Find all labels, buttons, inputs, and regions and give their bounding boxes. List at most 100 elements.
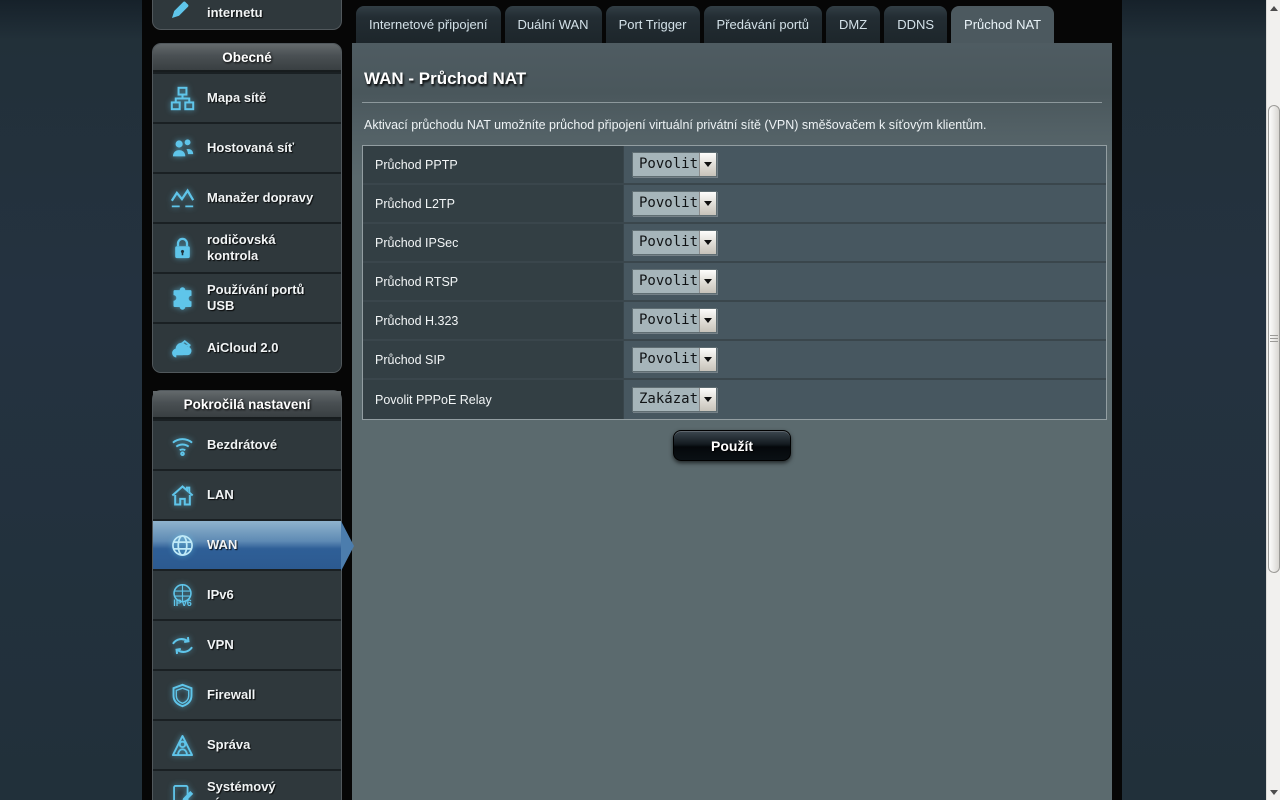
setting-label: Průchod RTSP xyxy=(363,263,623,300)
title-divider xyxy=(362,102,1102,103)
sidebar-section-title: Obecné xyxy=(153,44,341,72)
sidebar-item-label: Používání portů USB xyxy=(207,282,325,313)
sidebar-item-network-map[interactable]: Mapa sítě xyxy=(153,72,341,122)
sidebar-item-label: Manažer dopravy xyxy=(207,190,313,206)
sidebar-item-vpn[interactable]: VPN xyxy=(153,619,341,669)
lan-icon xyxy=(167,482,197,509)
sidebar-section-general: Obecné Mapa sítě Hostovaná síť xyxy=(152,43,342,373)
firewall-shield-icon xyxy=(167,682,197,709)
wireless-icon xyxy=(167,432,197,459)
setting-row-pppoe-relay: Povolit PPPoE Relay Zakázat xyxy=(363,380,1106,419)
sip-passthrough-select[interactable]: Povolit xyxy=(632,347,717,372)
scrollbar-grip-icon xyxy=(1270,335,1278,343)
ipsec-passthrough-select[interactable]: Povolit xyxy=(632,230,717,255)
sidebar-item-label: Bezdrátové xyxy=(207,437,277,453)
pptp-passthrough-select[interactable]: Povolit xyxy=(632,152,717,177)
setting-label: Průchod H.323 xyxy=(363,302,623,339)
sidebar-item-label: Hostovaná síť xyxy=(207,140,294,156)
triangle-up-icon xyxy=(1270,6,1278,11)
setting-label: Průchod IPSec xyxy=(363,224,623,261)
nat-passthrough-table: Průchod PPTP Povolit Průchod L2TP Povoli… xyxy=(362,145,1107,420)
select-value: Zakázat xyxy=(633,388,699,411)
sidebar-item-label: VPN xyxy=(207,637,234,653)
aicloud-icon xyxy=(167,335,197,362)
ipv6-globe-icon: IPv6 xyxy=(167,582,197,609)
pencil-icon xyxy=(167,0,197,26)
tab-port-trigger[interactable]: Port Trigger xyxy=(606,6,700,43)
scroll-down-button[interactable] xyxy=(1267,784,1280,800)
triangle-down-icon xyxy=(1270,790,1278,795)
select-value: Povolit xyxy=(633,270,699,293)
vpn-arrows-icon xyxy=(167,632,197,659)
chevron-down-icon[interactable] xyxy=(699,192,716,215)
select-value: Povolit xyxy=(633,192,699,215)
chevron-down-icon[interactable] xyxy=(699,388,716,411)
select-value: Povolit xyxy=(633,348,699,371)
pppoe-relay-select[interactable]: Zakázat xyxy=(632,387,717,412)
chevron-down-icon[interactable] xyxy=(699,309,716,332)
setting-value-cell: Povolit xyxy=(623,341,1106,378)
h323-passthrough-select[interactable]: Povolit xyxy=(632,308,717,333)
sidebar-item-label: AiCloud 2.0 xyxy=(207,340,279,356)
apply-button[interactable]: Použít xyxy=(673,430,791,461)
sidebar-item-aicloud[interactable]: AiCloud 2.0 xyxy=(153,322,341,372)
select-value: Povolit xyxy=(633,309,699,332)
tab-ddns[interactable]: DDNS xyxy=(884,6,947,43)
scrollbar[interactable] xyxy=(1266,0,1280,800)
rtsp-passthrough-select[interactable]: Povolit xyxy=(632,269,717,294)
chevron-down-icon[interactable] xyxy=(699,348,716,371)
sidebar-item-label: Správa xyxy=(207,737,250,753)
network-map-icon xyxy=(167,85,197,112)
sidebar-item-administration[interactable]: Správa xyxy=(153,719,341,769)
setting-row-sip: Průchod SIP Povolit xyxy=(363,341,1106,380)
select-value: Povolit xyxy=(633,153,699,176)
sidebar-item-quick-internet-setup[interactable]: internetu xyxy=(152,0,342,30)
sidebar-item-firewall[interactable]: Firewall xyxy=(153,669,341,719)
sidebar-item-wan[interactable]: WAN xyxy=(153,519,341,569)
sidebar-item-label: rodičovská kontrola xyxy=(207,232,325,263)
chevron-down-icon[interactable] xyxy=(699,231,716,254)
l2tp-passthrough-select[interactable]: Povolit xyxy=(632,191,717,216)
parental-controls-icon xyxy=(167,235,197,262)
sidebar-item-wireless[interactable]: Bezdrátové xyxy=(153,419,341,469)
page-background: internetu Obecné Mapa sítě Ho xyxy=(0,0,1280,800)
system-log-icon xyxy=(167,782,197,800)
sidebar-item-system-log[interactable]: Systémový záznam xyxy=(153,769,341,800)
chevron-down-icon[interactable] xyxy=(699,153,716,176)
sidebar-item-parental-controls[interactable]: rodičovská kontrola xyxy=(153,222,341,272)
sidebar-section-advanced: Pokročilá nastavení Bezdrátové LAN xyxy=(152,390,342,800)
sidebar-item-ipv6[interactable]: IPv6 IPv6 xyxy=(153,569,341,619)
tab-dmz[interactable]: DMZ xyxy=(826,6,880,43)
main-content-panel: WAN - Průchod NAT Aktivací průchodu NAT … xyxy=(352,43,1112,800)
setting-label: Průchod L2TP xyxy=(363,185,623,222)
page-title: WAN - Průchod NAT xyxy=(364,69,1092,89)
tab-nat-passthrough[interactable]: Průchod NAT xyxy=(951,6,1054,43)
page-description: Aktivací průchodu NAT umožníte průchod p… xyxy=(364,118,1092,132)
setting-value-cell: Zakázat xyxy=(623,380,1106,419)
tab-port-forwarding[interactable]: Předávání portů xyxy=(704,6,823,43)
setting-row-h323: Průchod H.323 Povolit xyxy=(363,302,1106,341)
setting-row-rtsp: Průchod RTSP Povolit xyxy=(363,263,1106,302)
sidebar-item-usb-application[interactable]: Používání portů USB xyxy=(153,272,341,322)
sidebar: internetu Obecné Mapa sítě Ho xyxy=(152,0,342,800)
admin-person-icon xyxy=(167,732,197,759)
sidebar-item-label: IPv6 xyxy=(207,587,234,603)
sidebar-item-label: internetu xyxy=(207,5,263,21)
sidebar-item-label: LAN xyxy=(207,487,234,503)
chevron-down-icon[interactable] xyxy=(699,270,716,293)
scrollbar-thumb[interactable] xyxy=(1268,105,1280,573)
wan-tab-bar: Internetové připojení Duální WAN Port Tr… xyxy=(352,0,1112,43)
sidebar-item-lan[interactable]: LAN xyxy=(153,469,341,519)
setting-row-l2tp: Průchod L2TP Povolit xyxy=(363,185,1106,224)
sidebar-item-traffic-manager[interactable]: Manažer dopravy xyxy=(153,172,341,222)
sidebar-item-guest-network[interactable]: Hostovaná síť xyxy=(153,122,341,172)
wan-globe-icon xyxy=(167,532,197,559)
setting-label: Průchod SIP xyxy=(363,341,623,378)
tab-internet-connection[interactable]: Internetové připojení xyxy=(356,6,501,43)
tab-dual-wan[interactable]: Duální WAN xyxy=(505,6,602,43)
sidebar-section-title: Pokročilá nastavení xyxy=(153,391,341,419)
scroll-up-button[interactable] xyxy=(1267,0,1280,16)
usb-application-icon xyxy=(167,285,197,312)
sidebar-item-label: Systémový záznam xyxy=(207,779,325,800)
setting-value-cell: Povolit xyxy=(623,263,1106,300)
